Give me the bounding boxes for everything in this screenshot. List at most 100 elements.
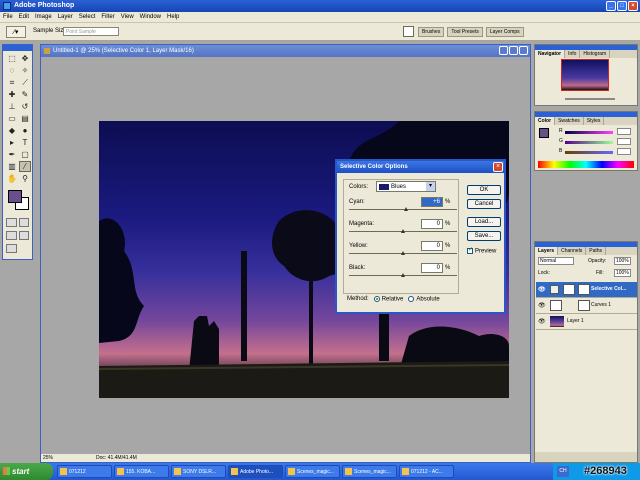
task-sony-dslr[interactable]: SONY DSLR...	[171, 465, 226, 478]
preview-checkbox-row[interactable]: Preview	[467, 246, 496, 255]
tab-channels[interactable]: Channels	[558, 247, 587, 255]
eye-icon[interactable]: 👁	[538, 318, 546, 325]
blue-channel-input[interactable]	[617, 148, 631, 155]
preview-checkbox[interactable]	[467, 246, 473, 254]
ok-button[interactable]: OK	[467, 185, 501, 195]
gradient-tool-icon[interactable]: ▤	[19, 113, 31, 124]
well-tab-brushes[interactable]: Brushes	[418, 27, 445, 37]
green-channel-input[interactable]	[617, 138, 631, 145]
history-brush-tool-icon[interactable]: ↺	[19, 101, 31, 112]
magenta-value-input[interactable]: 0	[421, 219, 443, 229]
tab-swatches[interactable]: Swatches	[555, 117, 584, 125]
yellow-slider-thumb[interactable]	[401, 251, 405, 255]
task-scenes-magic-2[interactable]: Scenes_magic...	[342, 465, 397, 478]
black-slider-thumb[interactable]	[401, 273, 405, 277]
dodge-tool-icon[interactable]: ●	[19, 125, 31, 136]
shape-tool-icon[interactable]: ▢	[19, 149, 31, 160]
red-channel-slider[interactable]	[565, 131, 613, 134]
task-scenes-magic-1[interactable]: Scenes_magic...	[285, 465, 340, 478]
load-button[interactable]: Load...	[467, 217, 501, 227]
tab-histogram[interactable]: Histogram	[580, 50, 611, 58]
green-channel-slider[interactable]	[565, 141, 613, 144]
notes-tool-icon[interactable]: ▥	[6, 161, 18, 172]
absolute-radio[interactable]	[408, 296, 415, 302]
color-palette-foreground-swatch[interactable]	[539, 128, 549, 138]
tab-color[interactable]: Color	[535, 117, 556, 125]
relative-option[interactable]: Relative	[373, 296, 403, 303]
relative-radio[interactable]	[373, 296, 380, 302]
menu-select[interactable]: Select	[79, 14, 96, 20]
zoom-tool-icon[interactable]: ⚲	[19, 173, 31, 184]
close-button[interactable]: ×	[628, 1, 638, 11]
dialog-close-button[interactable]: ×	[493, 162, 503, 172]
layer-row-layer-1[interactable]: 👁 Layer 1	[536, 314, 637, 330]
black-value-input[interactable]: 0	[421, 263, 443, 273]
navigator-thumbnail[interactable]	[561, 59, 609, 91]
menu-image[interactable]: Image	[35, 14, 52, 20]
doc-size-info[interactable]: Doc: 41.4M/41.4M	[96, 454, 137, 462]
cyan-value-input[interactable]: +6	[421, 197, 443, 207]
menu-edit[interactable]: Edit	[19, 14, 29, 20]
absolute-option[interactable]: Absolute	[408, 296, 440, 303]
tab-navigator[interactable]: Navigator	[535, 50, 566, 58]
screen-mode-full-icon[interactable]	[18, 231, 29, 240]
tab-paths[interactable]: Paths	[586, 247, 607, 255]
zoom-level[interactable]: 25%	[43, 454, 53, 462]
move-tool-icon[interactable]: ✥	[19, 53, 31, 64]
task-071212[interactable]: 071212	[57, 465, 112, 478]
menu-help[interactable]: Help	[167, 14, 179, 20]
tab-info[interactable]: Info	[565, 50, 581, 58]
eye-icon[interactable]: 👁	[538, 286, 546, 293]
task-adobe-photoshop[interactable]: Adobe Photo...	[228, 465, 283, 478]
document-title-bar[interactable]: Untitled-1 @ 25% (Selective Color 1, Lay…	[41, 45, 530, 57]
jump-to-imageready-icon[interactable]	[6, 244, 17, 253]
type-tool-icon[interactable]: T	[19, 137, 31, 148]
colors-dropdown[interactable]: Blues ▾	[376, 181, 436, 192]
menu-layer[interactable]: Layer	[58, 14, 73, 20]
healing-brush-tool-icon[interactable]: ✚	[6, 89, 18, 100]
menu-view[interactable]: View	[121, 14, 134, 20]
file-browser-icon[interactable]	[403, 26, 414, 37]
eye-icon[interactable]: 👁	[538, 302, 546, 309]
sample-size-select[interactable]: Point Sample	[63, 27, 119, 36]
cyan-slider-thumb[interactable]	[404, 207, 409, 211]
cyan-slider-track[interactable]	[349, 209, 457, 210]
layer-mask-thumbnail[interactable]	[578, 284, 590, 295]
brush-tool-icon[interactable]: ✎	[19, 89, 31, 100]
cancel-button[interactable]: Cancel	[467, 199, 501, 209]
screen-mode-standard-icon[interactable]	[6, 231, 17, 240]
yellow-value-input[interactable]: 0	[421, 241, 443, 251]
magic-wand-tool-icon[interactable]: ✧	[19, 65, 31, 76]
tab-layers[interactable]: Layers	[535, 247, 559, 255]
red-channel-input[interactable]	[617, 128, 631, 135]
fill-input[interactable]: 100%	[614, 269, 631, 277]
layer-row-selective-color[interactable]: 👁 Selective Col...	[536, 282, 637, 298]
dialog-title[interactable]: Selective Color Options	[337, 161, 504, 173]
path-selection-tool-icon[interactable]: ▸	[6, 137, 18, 148]
task-071212-acdsee[interactable]: 071212 - AC...	[399, 465, 454, 478]
tab-styles[interactable]: Styles	[584, 117, 605, 125]
doc-minimize-button[interactable]	[499, 46, 508, 55]
magenta-slider-thumb[interactable]	[401, 229, 405, 233]
clone-stamp-tool-icon[interactable]: ⊥	[6, 101, 18, 112]
menu-file[interactable]: File	[3, 14, 13, 20]
blur-tool-icon[interactable]: ◆	[6, 125, 18, 136]
layer-row-curves[interactable]: 👁 Curves 1	[536, 298, 637, 314]
eraser-tool-icon[interactable]: ▭	[6, 113, 18, 124]
well-tab-tool-presets[interactable]: Tool Presets	[447, 27, 483, 37]
eyedropper-tool-icon[interactable]: ⁄	[19, 161, 31, 172]
quick-mask-mode-icon[interactable]	[18, 218, 29, 227]
well-tab-layer-comps[interactable]: Layer Comps	[485, 27, 524, 37]
layer-mask-thumbnail[interactable]	[578, 300, 590, 311]
blend-mode-select[interactable]: Normal	[538, 257, 574, 265]
hand-tool-icon[interactable]: ✋	[6, 173, 18, 184]
language-indicator[interactable]: CH	[557, 466, 569, 477]
doc-close-button[interactable]	[519, 46, 528, 55]
minimize-button[interactable]: _	[606, 1, 616, 11]
task-koba[interactable]: 155. KOBA...	[114, 465, 169, 478]
marquee-tool-icon[interactable]: ⬚	[6, 53, 18, 64]
save-button[interactable]: Save...	[467, 231, 501, 241]
eyedropper-preset-icon[interactable]: ⁄▾	[6, 26, 26, 38]
maximize-button[interactable]: □	[617, 1, 627, 11]
color-spectrum-ramp[interactable]	[538, 161, 634, 168]
